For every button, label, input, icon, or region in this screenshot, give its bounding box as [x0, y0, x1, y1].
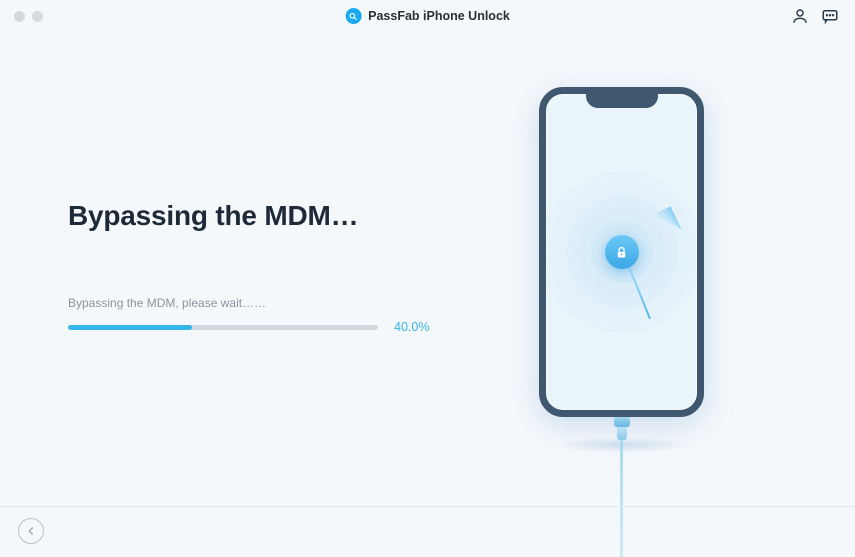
page-heading: Bypassing the MDM… [68, 200, 448, 232]
passfab-logo-icon [345, 8, 361, 24]
minimize-window-button[interactable] [32, 11, 43, 22]
lock-icon [605, 235, 639, 269]
app-title: PassFab iPhone Unlock [368, 9, 510, 23]
status-text: Bypassing the MDM, please wait…… [68, 296, 448, 310]
chat-support-icon[interactable] [821, 7, 839, 25]
cable-plug [614, 417, 630, 427]
progress-fill [68, 325, 192, 330]
progress-percentage: 40.0% [394, 320, 429, 334]
title-actions [791, 7, 839, 25]
phone-screen [546, 94, 697, 410]
account-icon[interactable] [791, 7, 809, 25]
close-window-button[interactable] [14, 11, 25, 22]
window-controls [14, 11, 43, 22]
footer [0, 506, 855, 554]
progress-row: 40.0% [68, 320, 448, 334]
titlebar: PassFab iPhone Unlock [0, 0, 855, 32]
back-button[interactable] [18, 518, 44, 544]
radar-rings [539, 152, 704, 352]
main-content: Bypassing the MDM… Bypassing the MDM, pl… [0, 32, 855, 502]
cable-neck [617, 427, 627, 441]
phone-illustration [529, 87, 714, 447]
progress-panel: Bypassing the MDM… Bypassing the MDM, pl… [68, 200, 448, 334]
progress-bar [68, 325, 378, 330]
phone-frame [539, 87, 704, 417]
title-center: PassFab iPhone Unlock [345, 8, 510, 24]
illustration-panel [448, 32, 795, 502]
